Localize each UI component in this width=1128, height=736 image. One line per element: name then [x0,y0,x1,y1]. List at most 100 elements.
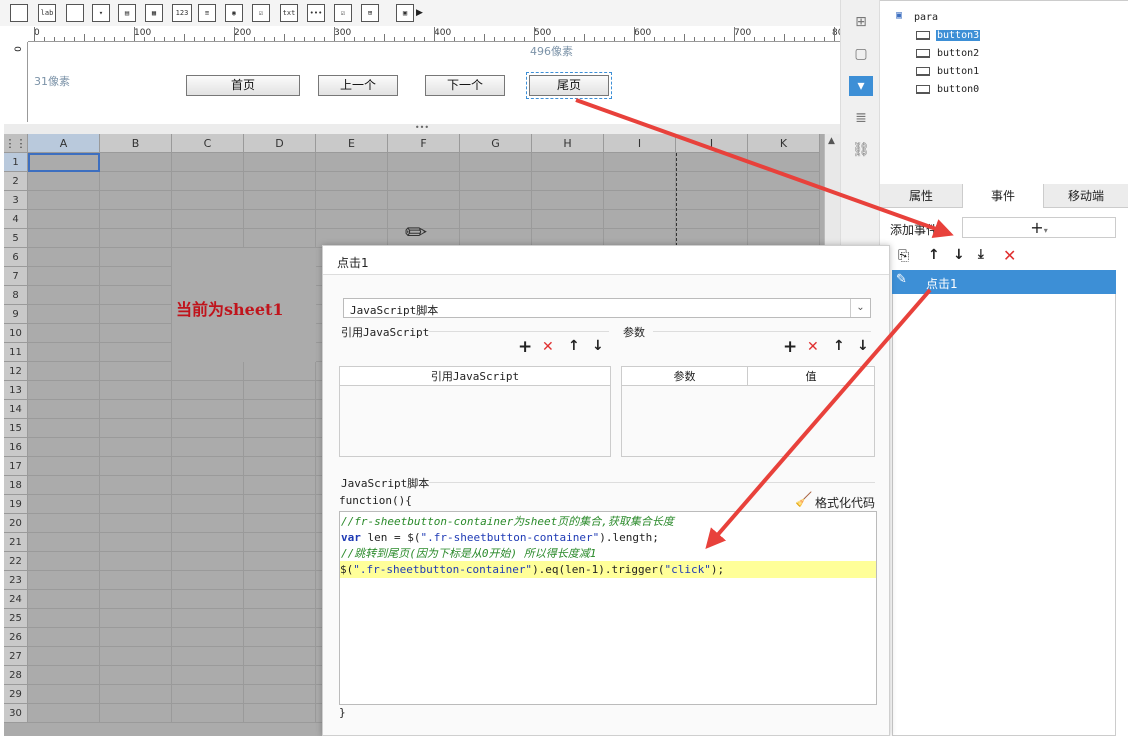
event-list-item[interactable]: ✎ 点击1 [892,270,1116,294]
remove-icon[interactable]: ✕ [807,339,819,355]
row-header-5[interactable]: 5 [4,229,28,248]
scroll-up-icon[interactable]: ▲ [828,136,835,146]
copy-icon[interactable]: ⎘ [898,248,909,264]
row-header-12[interactable]: 12 [4,362,28,381]
tab-widget-icon[interactable]: ▣ [396,4,414,22]
frame-icon[interactable]: ▢ [851,44,871,64]
tree-item-button1[interactable]: button1 [936,66,980,77]
event-list [892,270,1116,736]
arrow-up-icon[interactable]: ↑ [568,338,580,354]
row-header-18[interactable]: 18 [4,476,28,495]
row-header-1[interactable]: 1 [4,153,28,172]
column-header-d[interactable]: D [244,134,316,153]
row-header-21[interactable]: 21 [4,533,28,552]
row-header-6[interactable]: 6 [4,248,28,267]
row-header-4[interactable]: 4 [4,210,28,229]
button-widget-icon[interactable] [66,4,84,22]
row-header-28[interactable]: 28 [4,666,28,685]
row-header-15[interactable]: 15 [4,419,28,438]
row-header-26[interactable]: 26 [4,628,28,647]
column-header-c[interactable]: C [172,134,244,153]
next-button[interactable]: 下一个 [425,75,505,96]
more-arrow-icon[interactable]: ▶ [416,8,423,18]
first-page-button[interactable]: 首页 [186,75,300,96]
row-header-8[interactable]: 8 [4,286,28,305]
link-icon[interactable]: ⛓ [851,140,871,160]
row-header-19[interactable]: 19 [4,495,28,514]
arrow-down-icon[interactable]: ↓ [592,338,604,354]
column-header-j[interactable]: J [676,134,748,153]
param-panel-icon[interactable]: ▾ [849,76,873,96]
move-bottom-icon[interactable]: ⤓ [978,247,984,262]
remove-icon[interactable]: ✕ [542,339,554,355]
prev-button[interactable]: 上一个 [318,75,398,96]
arrow-down-icon[interactable]: ↓ [857,338,869,354]
row-header-14[interactable]: 14 [4,400,28,419]
row-header-10[interactable]: 10 [4,324,28,343]
add-event-dropdown[interactable]: +▾ [962,217,1116,238]
ref-js-table[interactable]: 引用JavaScript [339,366,611,457]
password-widget-icon[interactable]: ••• [307,4,325,22]
text-field-widget-icon[interactable]: txt [280,4,298,22]
column-header-e[interactable]: E [316,134,388,153]
row-header-29[interactable]: 29 [4,685,28,704]
tab-properties[interactable]: 属性 [880,184,962,208]
splitter-handle[interactable]: ••• [4,124,840,134]
row-header-25[interactable]: 25 [4,609,28,628]
dropdown-widget-icon[interactable]: ▾ [92,4,110,22]
delete-icon[interactable]: ✕ [1003,246,1016,265]
column-header-f[interactable]: F [388,134,460,153]
form-widget-icon[interactable]: ▤ [118,4,136,22]
date-widget-icon[interactable]: ▦ [145,4,163,22]
layer-icon[interactable]: ≣ [851,108,871,128]
row-header-11[interactable]: 11 [4,343,28,362]
add-icon[interactable]: + [783,337,797,357]
row-header-20[interactable]: 20 [4,514,28,533]
single-check-widget-icon[interactable]: ☑ [334,4,352,22]
column-header-k[interactable]: K [748,134,820,153]
row-header-30[interactable]: 30 [4,704,28,723]
row-header-16[interactable]: 16 [4,438,28,457]
params-table[interactable]: 参数 值 [621,366,875,457]
format-code-button[interactable]: 格式化代码 [815,494,875,511]
tree-item-button3[interactable]: button3 [936,30,981,41]
tree-item-button0[interactable]: button0 [936,84,980,95]
number-widget-icon[interactable]: 123 [172,4,192,22]
row-header-7[interactable]: 7 [4,267,28,286]
row-header-13[interactable]: 13 [4,381,28,400]
corner-select-icon[interactable]: ⋮⋮ [4,134,28,153]
column-header-i[interactable]: I [604,134,676,153]
column-header-a[interactable]: A [28,134,100,153]
selected-cell[interactable] [28,153,100,172]
row-header-3[interactable]: 3 [4,191,28,210]
add-icon[interactable]: + [518,337,532,357]
chevron-down-icon[interactable]: ⌄ [850,299,870,317]
script-type-select[interactable]: JavaScript脚本 ⌄ [343,298,871,318]
tree-root[interactable]: para [914,12,938,23]
widget-settings-icon[interactable]: ⊞ [851,12,871,32]
row-header-24[interactable]: 24 [4,590,28,609]
last-page-button[interactable]: 尾页 [526,72,612,99]
column-header-g[interactable]: G [460,134,532,153]
row-header-2[interactable]: 2 [4,172,28,191]
arrow-up-icon[interactable]: ↑ [833,338,845,354]
textarea-widget-icon[interactable]: ≡ [198,4,216,22]
row-header-17[interactable]: 17 [4,457,28,476]
row-header-22[interactable]: 22 [4,552,28,571]
row-header-23[interactable]: 23 [4,571,28,590]
row-header-27[interactable]: 27 [4,647,28,666]
radio-widget-icon[interactable]: ◉ [225,4,243,22]
row-header-9[interactable]: 9 [4,305,28,324]
tree-widget-icon[interactable]: ⊞ [361,4,379,22]
arrow-down-icon[interactable]: ↓ [953,247,965,263]
broom-icon[interactable]: 🧹 [795,492,812,508]
text-widget-icon[interactable]: lab [38,4,56,22]
label-widget-icon[interactable] [10,4,28,22]
column-header-h[interactable]: H [532,134,604,153]
checkbox-widget-icon[interactable]: ☑ [252,4,270,22]
arrow-up-icon[interactable]: ↑ [928,247,940,263]
column-header-b[interactable]: B [100,134,172,153]
tab-events[interactable]: 事件 [962,184,1044,208]
tab-mobile[interactable]: 移动端 [1044,184,1128,208]
tree-item-button2[interactable]: button2 [936,48,980,59]
